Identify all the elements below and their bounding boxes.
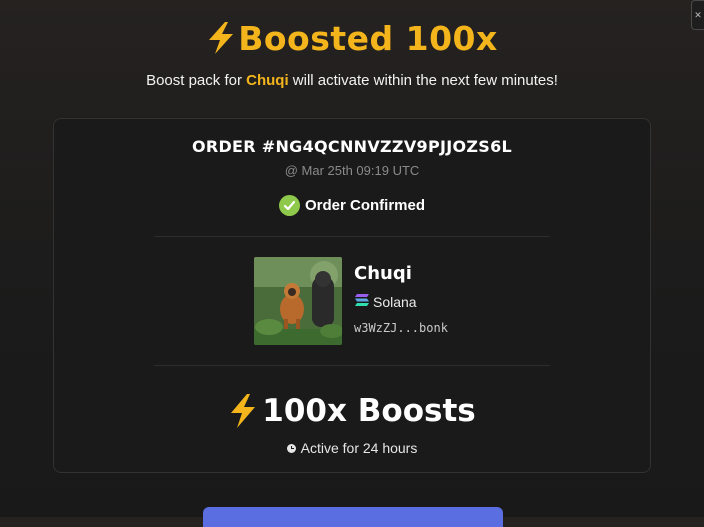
subtitle-token-name: Chuqi [246, 72, 289, 89]
solana-icon [354, 293, 370, 310]
boost-duration: Active for 24 hours [54, 439, 650, 457]
subtitle: Boost pack for Chuqi will activate withi… [0, 72, 704, 89]
duration-label: Active for 24 hours [300, 440, 418, 456]
token-name: Chuqi [354, 263, 412, 284]
boost-amount: 100x Boosts [54, 391, 650, 431]
divider [154, 236, 550, 237]
order-id: ORDER #NG4QCNNVZZV9PJJOZS6L [191, 137, 513, 156]
subtitle-suffix: will activate within the next few minute… [288, 72, 558, 89]
continue-button[interactable] [203, 507, 503, 527]
order-status: Order Confirmed [54, 193, 650, 217]
token-info: Chuqi Solana w3WzZJ...bonk [254, 257, 514, 345]
clock-icon [286, 443, 296, 453]
title-text: Boosted 100x [238, 18, 498, 58]
lightning-icon [206, 21, 236, 55]
subtitle-prefix: Boost pack for [146, 72, 247, 89]
chain-label: Solana [354, 293, 417, 310]
status-label: Order Confirmed [304, 196, 425, 214]
boosts-text: 100x Boosts [262, 393, 476, 429]
divider [154, 365, 550, 366]
lightning-icon [228, 393, 258, 429]
checkmark-icon [278, 194, 300, 216]
page-title: Boosted 100x [0, 18, 704, 58]
order-date: @ Mar 25th 09:19 UTC [284, 163, 420, 178]
token-image [254, 257, 342, 345]
token-address[interactable]: w3WzZJ...bonk [354, 321, 448, 335]
order-card: ORDER #NG4QCNNVZZV9PJJOZS6L @ Mar 25th 0… [53, 118, 651, 473]
chain-name: Solana [373, 293, 417, 310]
